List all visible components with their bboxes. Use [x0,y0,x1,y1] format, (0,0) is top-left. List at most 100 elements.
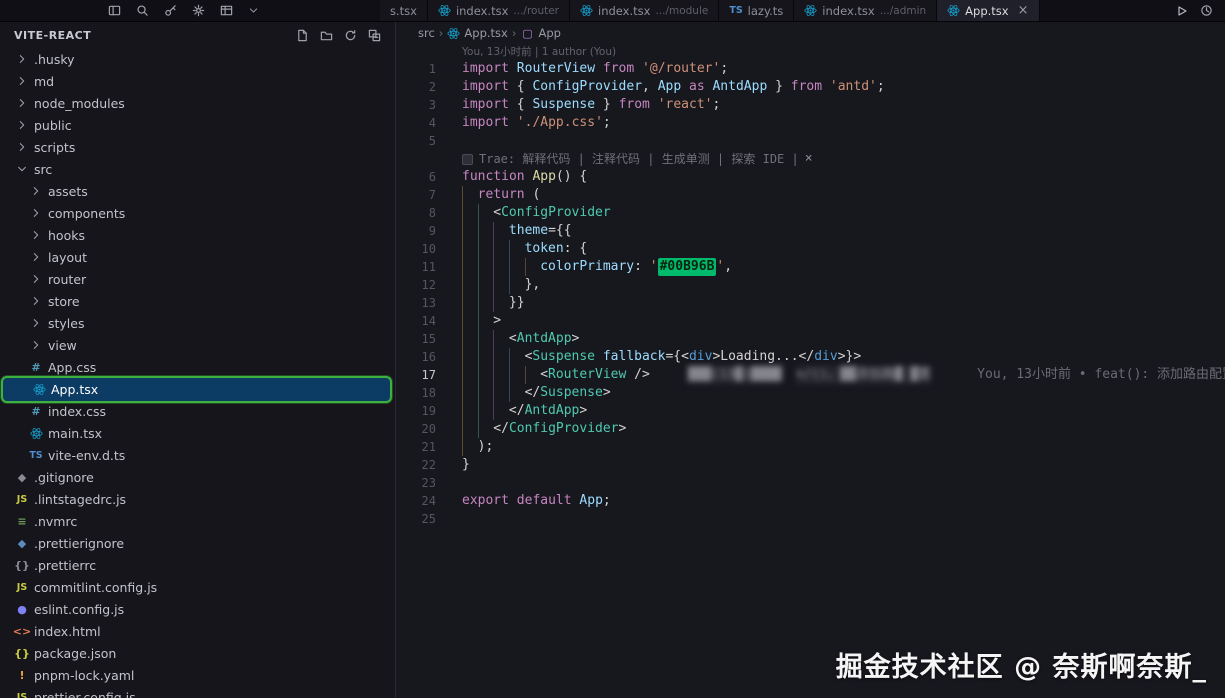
tab-index-tsx[interactable]: index.tsx.../module [570,0,719,21]
tab-detail: .../router [513,5,559,17]
tree-folder-hooks[interactable]: hooks [0,224,395,246]
css-icon: # [28,405,44,418]
table-icon[interactable] [220,4,233,17]
tab-index-tsx[interactable]: index.tsx.../admin [794,0,937,21]
tree-folder-components[interactable]: components [0,202,395,224]
tree-file-index-html[interactable]: <>index.html [0,620,395,642]
code-token: ( [532,186,540,204]
code-line-18: 18</Suspense> [396,384,1225,402]
tree-item-label: prettier.config.js [34,690,136,698]
tree-file-App-tsx[interactable]: App.tsx [1,376,392,403]
tree-folder--husky[interactable]: .husky [0,48,395,70]
breadcrumb-item-App[interactable]: ▢App [520,26,560,40]
git-blame-annotation: You, 13小时前 • feat(): 添加路由配置 [977,366,1225,384]
layout-icon[interactable] [108,4,121,17]
tree-file-pnpm-lock-yaml[interactable]: !pnpm-lock.yaml [0,664,395,686]
new-folder-icon[interactable] [320,29,333,42]
tab-label: lazy.ts [748,4,784,18]
tree-file--gitignore[interactable]: ◆.gitignore [0,466,395,488]
play-icon[interactable] [1176,5,1188,17]
tree-folder-router[interactable]: router [0,268,395,290]
breadcrumb-item-src[interactable]: src [418,26,435,40]
tree-folder-styles[interactable]: styles [0,312,395,334]
line-number: 3 [396,96,436,114]
search-icon[interactable] [136,4,149,17]
watermark: 掘金技术社区 @ 奈斯啊奈斯_ [836,645,1207,684]
tab-lazy-ts[interactable]: TSlazy.ts [719,0,794,21]
tree-folder-md[interactable]: md [0,70,395,92]
tree-file--lintstagedrc-js[interactable]: JS.lintstagedrc.js [0,488,395,510]
tree-file-prettier-config-js[interactable]: JSprettier.config.js [0,686,395,698]
tree-file--prettierrc[interactable]: {}.prettierrc [0,554,395,576]
refresh-icon[interactable] [344,29,357,42]
code-line-13: 13}} [396,294,1225,312]
chevron-down-icon[interactable] [248,5,259,16]
code-area[interactable]: 1import RouterView from '@/router';2impo… [396,60,1225,528]
chev-right-icon [14,142,30,152]
tree-file--nvmrc[interactable]: ≡.nvmrc [0,510,395,532]
tab-App-tsx[interactable]: App.tsx× [937,0,1039,21]
tree-folder-assets[interactable]: assets [0,180,395,202]
tab-s-tsx[interactable]: s.tsx [380,0,428,21]
tree-file--prettierignore[interactable]: ◆.prettierignore [0,532,395,554]
new-file-icon[interactable] [296,29,309,42]
code-line-5: 5 [396,132,1225,150]
close-icon[interactable]: × [1018,4,1029,17]
code-token: , [642,78,658,96]
tab-index-tsx[interactable]: index.tsx .../router [428,0,570,21]
key-icon[interactable] [164,4,177,17]
tree-folder-view[interactable]: view [0,334,395,356]
indent-guide [462,366,478,384]
line-number: 21 [396,438,436,456]
lines-icon: ≡ [14,515,30,528]
tab-label: index.tsx [456,4,508,18]
tree-file-eslint-config-js[interactable]: ●eslint.config.js [0,598,395,620]
tree-folder-node_modules[interactable]: node_modules [0,92,395,114]
breadcrumb-separator: › [439,26,444,40]
code-line-21: 21); [396,438,1225,456]
tree-item-label: scripts [34,140,75,155]
code-token: colorPrimary [540,258,634,276]
tree-folder-public[interactable]: public [0,114,395,136]
tree-item-label: router [48,272,86,287]
settings-icon[interactable] [192,4,205,17]
breadcrumb-item-App-tsx[interactable]: App.tsx [447,26,507,40]
code-token: > [712,348,720,366]
line-number: 14 [396,312,436,330]
tree-folder-scripts[interactable]: scripts [0,136,395,158]
code-token: } [462,456,470,474]
tree-item-label: index.css [48,404,106,419]
tree-file-App-css[interactable]: #App.css [0,356,395,378]
code-token: '@/router' [642,60,720,78]
git-icon: ◆ [14,471,30,484]
history-icon[interactable] [1200,4,1213,17]
indent-guide [509,384,525,402]
tree-item-label: eslint.config.js [34,602,124,617]
code-token: ConfigProvider [509,420,619,438]
tree-folder-src[interactable]: src [0,158,395,180]
tree-item-label: hooks [48,228,85,243]
code-token: { [517,78,533,96]
tree-file-main-tsx[interactable]: main.tsx [0,422,395,444]
code-token: : { [564,240,587,258]
tree-file-index-css[interactable]: # index.css [0,400,395,422]
tree-file-commitlint-config-js[interactable]: JScommitlint.config.js [0,576,395,598]
tree-file-package-json[interactable]: {}package.json [0,642,395,664]
indent-guide [462,204,478,222]
indent-guide [462,240,478,258]
tree-folder-store[interactable]: store [0,290,395,312]
indent-guide [462,258,478,276]
breadcrumb-label: src [418,26,435,40]
code-token: > [579,402,587,420]
line-number: 4 [396,114,436,132]
tree-folder-layout[interactable]: layout [0,246,395,268]
indent-guide [493,240,509,258]
hint-close-icon[interactable]: × [805,150,813,168]
react-icon [31,383,47,396]
code-token: < [493,204,501,222]
code-token: }} [509,294,525,312]
collapse-all-icon[interactable] [368,29,381,42]
tree-file-vite-env-d-ts[interactable]: TSvite-env.d.ts [0,444,395,466]
chev-right-icon [14,98,30,108]
code-token: Suspense [540,384,603,402]
